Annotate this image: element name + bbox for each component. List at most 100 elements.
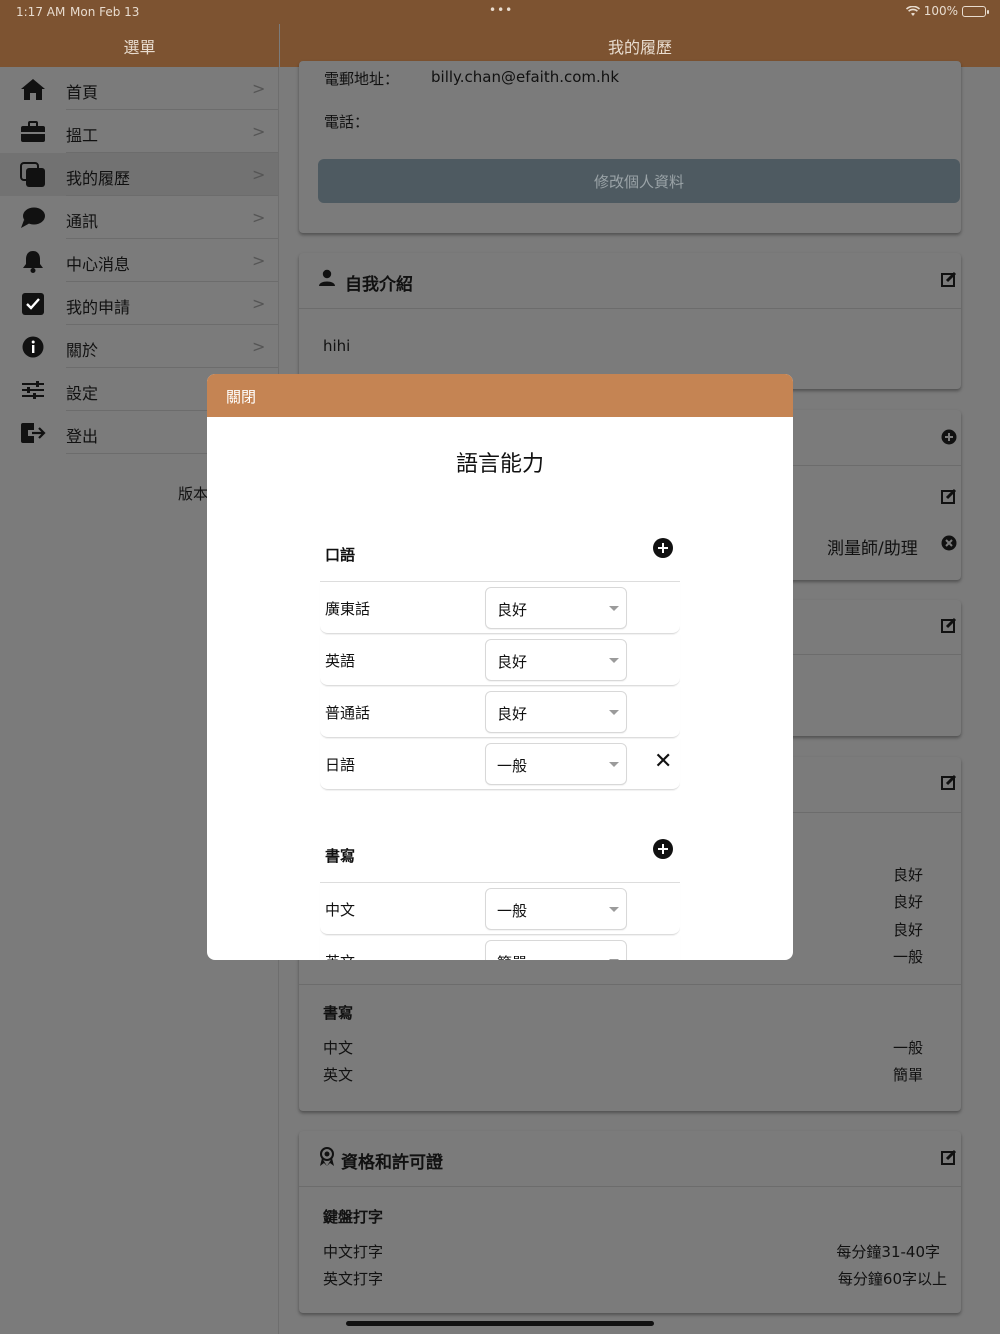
written-lang: 中文 [323, 1039, 354, 1057]
multitask-dots[interactable]: ••• [489, 3, 513, 17]
add-circle-icon[interactable] [653, 839, 673, 859]
sidebar-item-my-resume[interactable]: 我的履歷 > [0, 153, 278, 196]
sidebar-item-label: 首頁 [66, 83, 99, 102]
award-icon [319, 1147, 337, 1167]
caret-down-icon [609, 907, 619, 912]
language-name: 英語 [325, 652, 356, 670]
spoken-level: 良好 [893, 866, 924, 884]
update-profile-button[interactable]: 修改個人資料 [318, 159, 960, 203]
spoken-level: 一般 [893, 948, 924, 966]
level-value: 良好 [497, 601, 528, 619]
level-value: 良好 [497, 705, 528, 723]
chat-icon [20, 205, 46, 231]
self-intro-card: 自我介紹 hihi [299, 253, 961, 389]
sidebar-title: 選單 [123, 37, 156, 57]
sidebar-item-label: 搵工 [66, 126, 99, 145]
sidebar-item-my-applications[interactable]: 我的申請 > [0, 282, 278, 325]
level-select[interactable]: 一般 [485, 743, 627, 785]
home-indicator[interactable] [346, 1321, 654, 1326]
sidebar-item-label: 通訊 [66, 212, 99, 231]
edit-icon[interactable] [941, 488, 957, 504]
personal-info-card: 電郵地址： billy.chan@efaith.com.hk 電話： 修改個人資… [299, 61, 961, 233]
add-circle-icon[interactable] [941, 429, 957, 445]
status-bar: 1:17 AM Mon Feb 13 ••• 100% [0, 0, 1000, 24]
email-label: 電郵地址： [324, 70, 400, 88]
sidebar-item-messages[interactable]: 通訊 > [0, 196, 278, 239]
sidebar-item-about[interactable]: 關於 > [0, 325, 278, 368]
card-title: 資格和許可證 [341, 1153, 443, 1173]
chevron-right-icon: > [252, 165, 266, 184]
caret-down-icon [609, 658, 619, 663]
sidebar-item-label: 關於 [66, 341, 99, 360]
level-select[interactable]: 一般 [485, 888, 627, 930]
sidebar-item-jobs[interactable]: 搵工 > [0, 110, 278, 153]
caret-down-icon [609, 762, 619, 767]
spoken-section-header: 口語 [320, 524, 680, 582]
level-select[interactable]: 簡單 [485, 940, 627, 960]
intro-text: hihi [323, 337, 351, 355]
sidebar-item-center-news[interactable]: 中心消息 > [0, 239, 278, 282]
qual-label: 英文打字 [323, 1270, 384, 1288]
add-circle-icon[interactable] [653, 538, 673, 558]
battery-icon [962, 5, 989, 17]
written-level: 一般 [893, 1039, 924, 1057]
spoken-level: 良好 [893, 921, 924, 939]
written-level: 簡單 [893, 1066, 924, 1084]
chevron-right-icon: > [252, 208, 266, 227]
level-select[interactable]: 良好 [485, 691, 627, 733]
chevron-right-icon: > [252, 79, 266, 98]
language-name: 英文 [325, 951, 355, 960]
level-value: 一般 [497, 757, 528, 775]
written-lang: 英文 [323, 1066, 354, 1084]
section-title: 口語 [325, 546, 356, 564]
chevron-right-icon: > [252, 251, 266, 270]
sidebar-header: 選單 [0, 24, 279, 67]
page-title: 我的履歷 [607, 37, 672, 57]
home-icon [20, 76, 46, 102]
level-select[interactable]: 良好 [485, 587, 627, 629]
written-title: 書寫 [323, 1004, 354, 1022]
sidebar-item-label: 中心消息 [66, 255, 131, 274]
chevron-right-icon: > [252, 337, 266, 356]
edit-icon[interactable] [941, 774, 957, 790]
edit-icon[interactable] [941, 271, 957, 287]
qual-label: 中文打字 [323, 1243, 384, 1261]
card-header: 自我介紹 [299, 253, 961, 309]
sidebar-item-home[interactable]: 首頁 > [0, 67, 278, 110]
qual-subtitle: 鍵盤打字 [323, 1208, 384, 1226]
modal-title: 語言能力 [455, 452, 544, 477]
language-row: 英語 良好 [320, 634, 680, 686]
sliders-icon [20, 377, 46, 403]
sidebar-item-label: 登出 [66, 427, 99, 446]
edit-icon[interactable] [941, 1149, 957, 1165]
delete-language-button[interactable]: ✕ [654, 749, 672, 774]
status-right: 100% [905, 4, 989, 18]
battery-percent: 100% [923, 4, 958, 18]
level-value: 一般 [497, 902, 528, 920]
copy-icon [20, 162, 46, 188]
checkbox-icon [20, 291, 46, 317]
level-select[interactable]: 良好 [485, 639, 627, 681]
caret-down-icon [609, 606, 619, 611]
person-icon [319, 269, 337, 289]
remove-circle-icon[interactable] [941, 535, 957, 551]
briefcase-icon [20, 119, 46, 145]
info-icon [20, 334, 46, 360]
logout-icon [20, 420, 46, 446]
bell-icon [20, 248, 46, 274]
edit-icon[interactable] [941, 617, 957, 633]
caret-down-icon [609, 710, 619, 715]
language-name: 中文 [325, 901, 356, 919]
close-button[interactable]: 關閉 [226, 386, 256, 407]
qual-value: 每分鐘31-40字 [836, 1243, 940, 1261]
card-title: 自我介紹 [345, 275, 413, 295]
caret-down-icon [609, 959, 619, 960]
qual-value: 每分鐘60字以上 [837, 1270, 947, 1288]
card-header: 資格和許可證 [299, 1131, 961, 1187]
qualifications-card: 資格和許可證 鍵盤打字 中文打字 每分鐘31-40字 英文打字 每分鐘60字以上 [299, 1131, 961, 1313]
chevron-right-icon: > [252, 294, 266, 313]
modal-header: 關閉 [207, 374, 793, 417]
sidebar-item-label: 我的履歷 [66, 169, 131, 188]
spoken-level: 良好 [893, 893, 924, 911]
language-row: 中文 一般 [320, 883, 680, 935]
